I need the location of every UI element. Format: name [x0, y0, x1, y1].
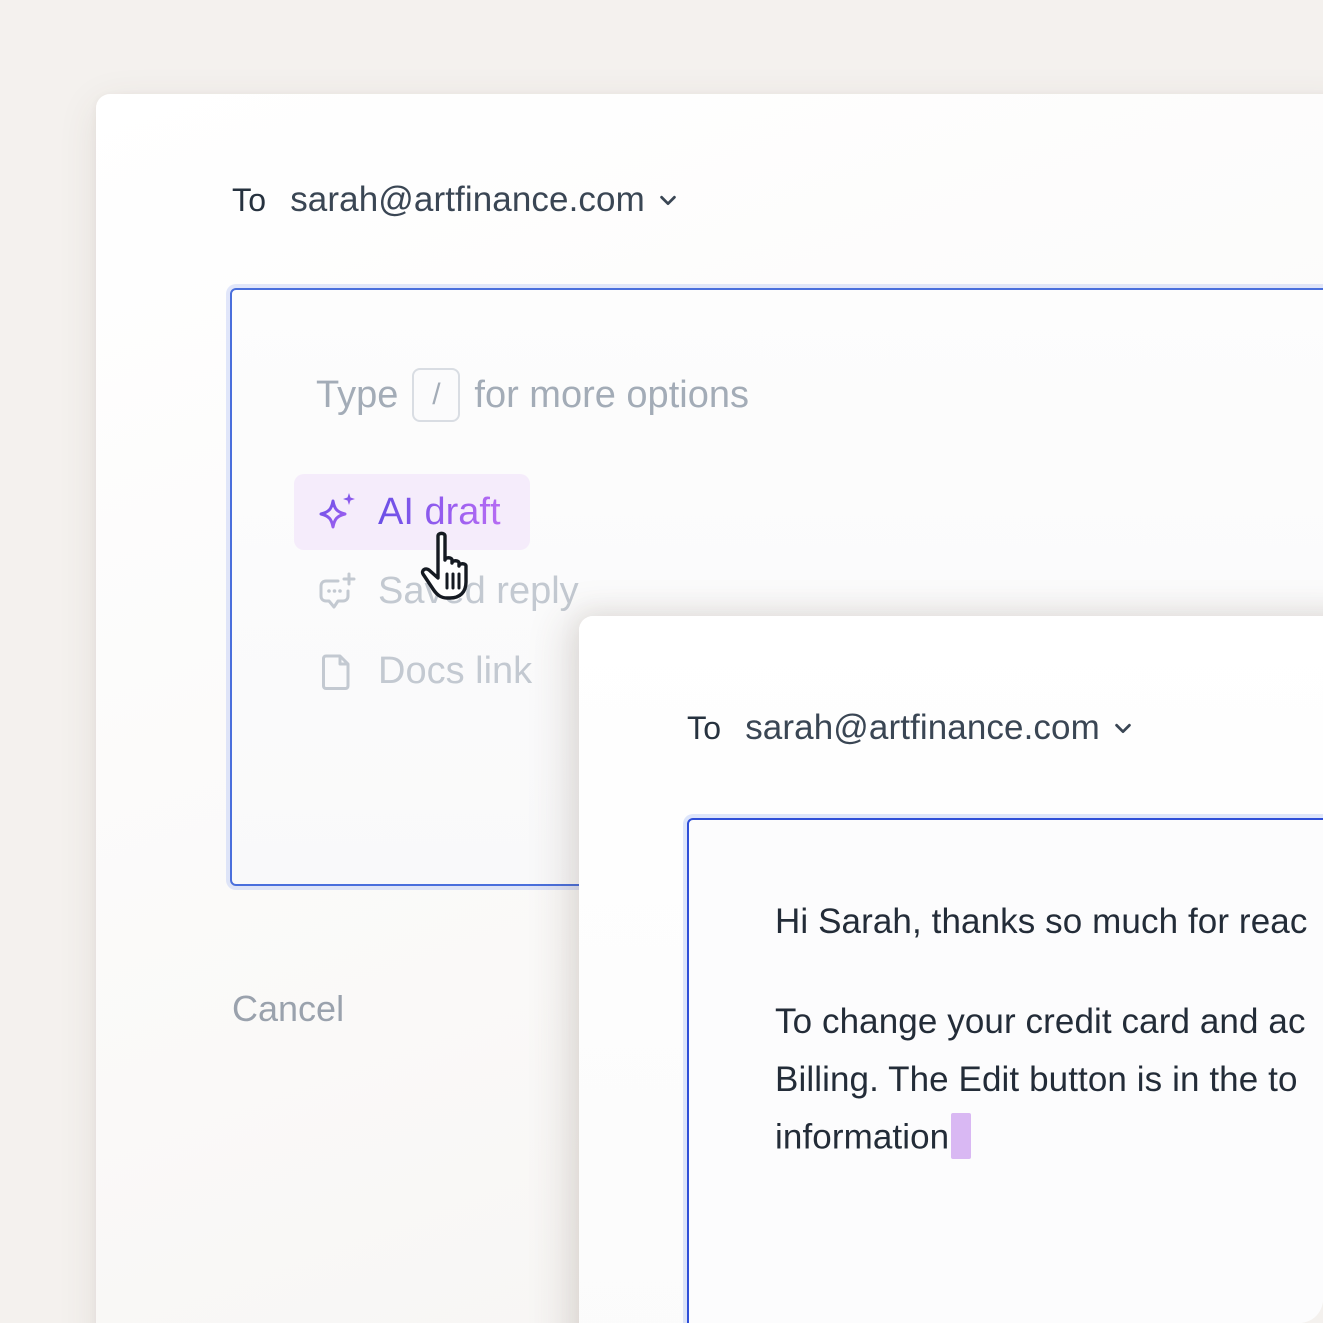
recipient-address-front[interactable]: sarah@artfinance.com — [745, 708, 1100, 748]
to-label: To — [232, 181, 267, 218]
message-editor-front[interactable]: Hi Sarah, thanks so much for reac To cha… — [687, 818, 1323, 1323]
message-line: Billing. The Edit button is in the to — [775, 1060, 1298, 1099]
message-line: To change your credit card and ac — [775, 1002, 1306, 1041]
to-label-front: To — [687, 709, 722, 746]
hint-suffix: for more options — [474, 373, 749, 416]
message-line-last: information — [775, 1113, 972, 1162]
menu-item-docs-link[interactable]: Docs link — [316, 650, 532, 693]
recipient-row[interactable]: To sarah@artfinance.com — [232, 180, 679, 220]
hand-pointer-cursor-icon — [420, 531, 468, 600]
document-icon — [322, 654, 350, 690]
recipient-address[interactable]: sarah@artfinance.com — [290, 180, 645, 220]
message-line: Hi Sarah, thanks so much for reac — [775, 902, 1308, 941]
recipient-row-front[interactable]: To sarah@artfinance.com — [687, 708, 1134, 748]
ai-draft-label: AI draft — [378, 490, 501, 533]
ai-typing-caret — [951, 1113, 972, 1159]
message-line-text: information — [775, 1117, 950, 1157]
canvas: To sarah@artfinance.com Type / for more … — [0, 0, 1323, 1323]
slash-key-badge: / — [412, 368, 461, 422]
editor-placeholder-hint: Type / for more options — [316, 368, 749, 422]
chevron-down-icon[interactable] — [1112, 717, 1134, 739]
cancel-button[interactable]: Cancel — [232, 988, 344, 1030]
docs-link-label: Docs link — [378, 650, 533, 692]
menu-item-ai-draft[interactable]: AI draft — [294, 474, 530, 550]
chat-add-icon — [319, 572, 356, 608]
chevron-down-icon[interactable] — [657, 189, 679, 211]
hint-prefix: Type — [316, 373, 399, 416]
sparkle-icon — [319, 493, 355, 529]
compose-panel-front: To sarah@artfinance.com Hi Sarah, thanks… — [579, 616, 1323, 1323]
